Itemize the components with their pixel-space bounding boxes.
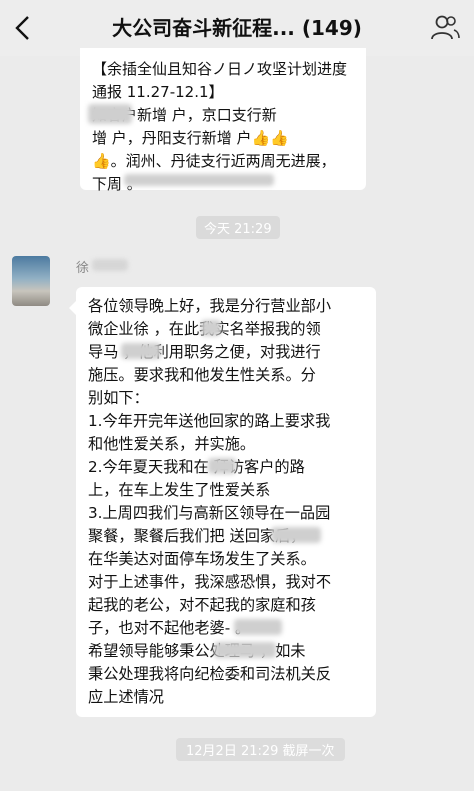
redaction-blur xyxy=(271,527,321,543)
message-line: 微企业徐 ，在此我实名举报我的领 xyxy=(88,320,321,338)
quoted-message-bubble[interactable]: 【余插全仙且知谷ノ日ノ攻坚计划进度 通报 11.27-12.1】 知客户新增 户… xyxy=(80,48,366,193)
redaction-blur xyxy=(234,619,282,635)
message-line: 施压。要求我和他发生性关系。分 xyxy=(88,366,316,384)
time-divider: 今天 21:29 xyxy=(196,216,280,239)
message-line: 上，在车上发生了性爱关系 xyxy=(88,481,271,499)
message-line: 通报 11.27-12.1】 xyxy=(92,83,224,101)
message-line: 1.今年开完年送他回家的路上要求我 xyxy=(88,412,331,430)
message-line: 起我的老公，对不起我的家庭和孩 xyxy=(88,596,316,614)
message-bubble[interactable]: 各位领导晚上好，我是分行营业部小 微企业徐 ，在此我实名举报我的领 导马 ，他利… xyxy=(69,287,376,717)
redaction-blur xyxy=(121,343,161,359)
message-line: 对于上述事件，我深感恐惧，我对不 xyxy=(88,573,331,591)
redaction-blur xyxy=(201,320,221,336)
redaction-blur xyxy=(88,104,132,124)
redaction-blur xyxy=(208,458,236,474)
chat-title: 大公司奋斗新征程... (149) xyxy=(112,16,362,40)
message-line: 在华美达对面停车场发生了关系。 xyxy=(88,550,316,568)
redaction-blur xyxy=(214,642,276,658)
message-line: 和他性爱关系，并实施。 xyxy=(88,435,256,453)
chevron-left-icon[interactable] xyxy=(12,14,36,42)
message-line: 子，也对不起他老婆- 。 xyxy=(88,619,251,637)
screenshot-notice: 12月2日 21:29 截屏一次 xyxy=(176,738,345,761)
message-line: 3.上周四我们与高新区领导在一品园 xyxy=(88,504,331,522)
avatar[interactable] xyxy=(12,256,50,306)
message-line: 👍。润州、丹徒支行近两周无进展， xyxy=(92,152,336,170)
people-icon[interactable] xyxy=(430,12,460,42)
message-line: 聚餐，聚餐后我们把 送回家后， xyxy=(88,527,306,545)
message-line: 增 户，丹阳支行新增 户👍👍 xyxy=(92,129,289,147)
sender-name: 徐 xyxy=(76,261,90,276)
redaction-blur xyxy=(92,259,128,271)
message-line: 【余插全仙且知谷ノ日ノ攻坚计划进度 xyxy=(92,60,348,78)
message-line: 别如下： xyxy=(88,389,149,407)
message-line: 秉公处理我将向纪检委和司法机关反 xyxy=(88,665,331,683)
redaction-blur xyxy=(124,174,274,186)
message-line: 各位领导晚上好，我是分行营业部小 xyxy=(88,297,331,315)
message-line: 应上述情况 xyxy=(88,688,164,706)
